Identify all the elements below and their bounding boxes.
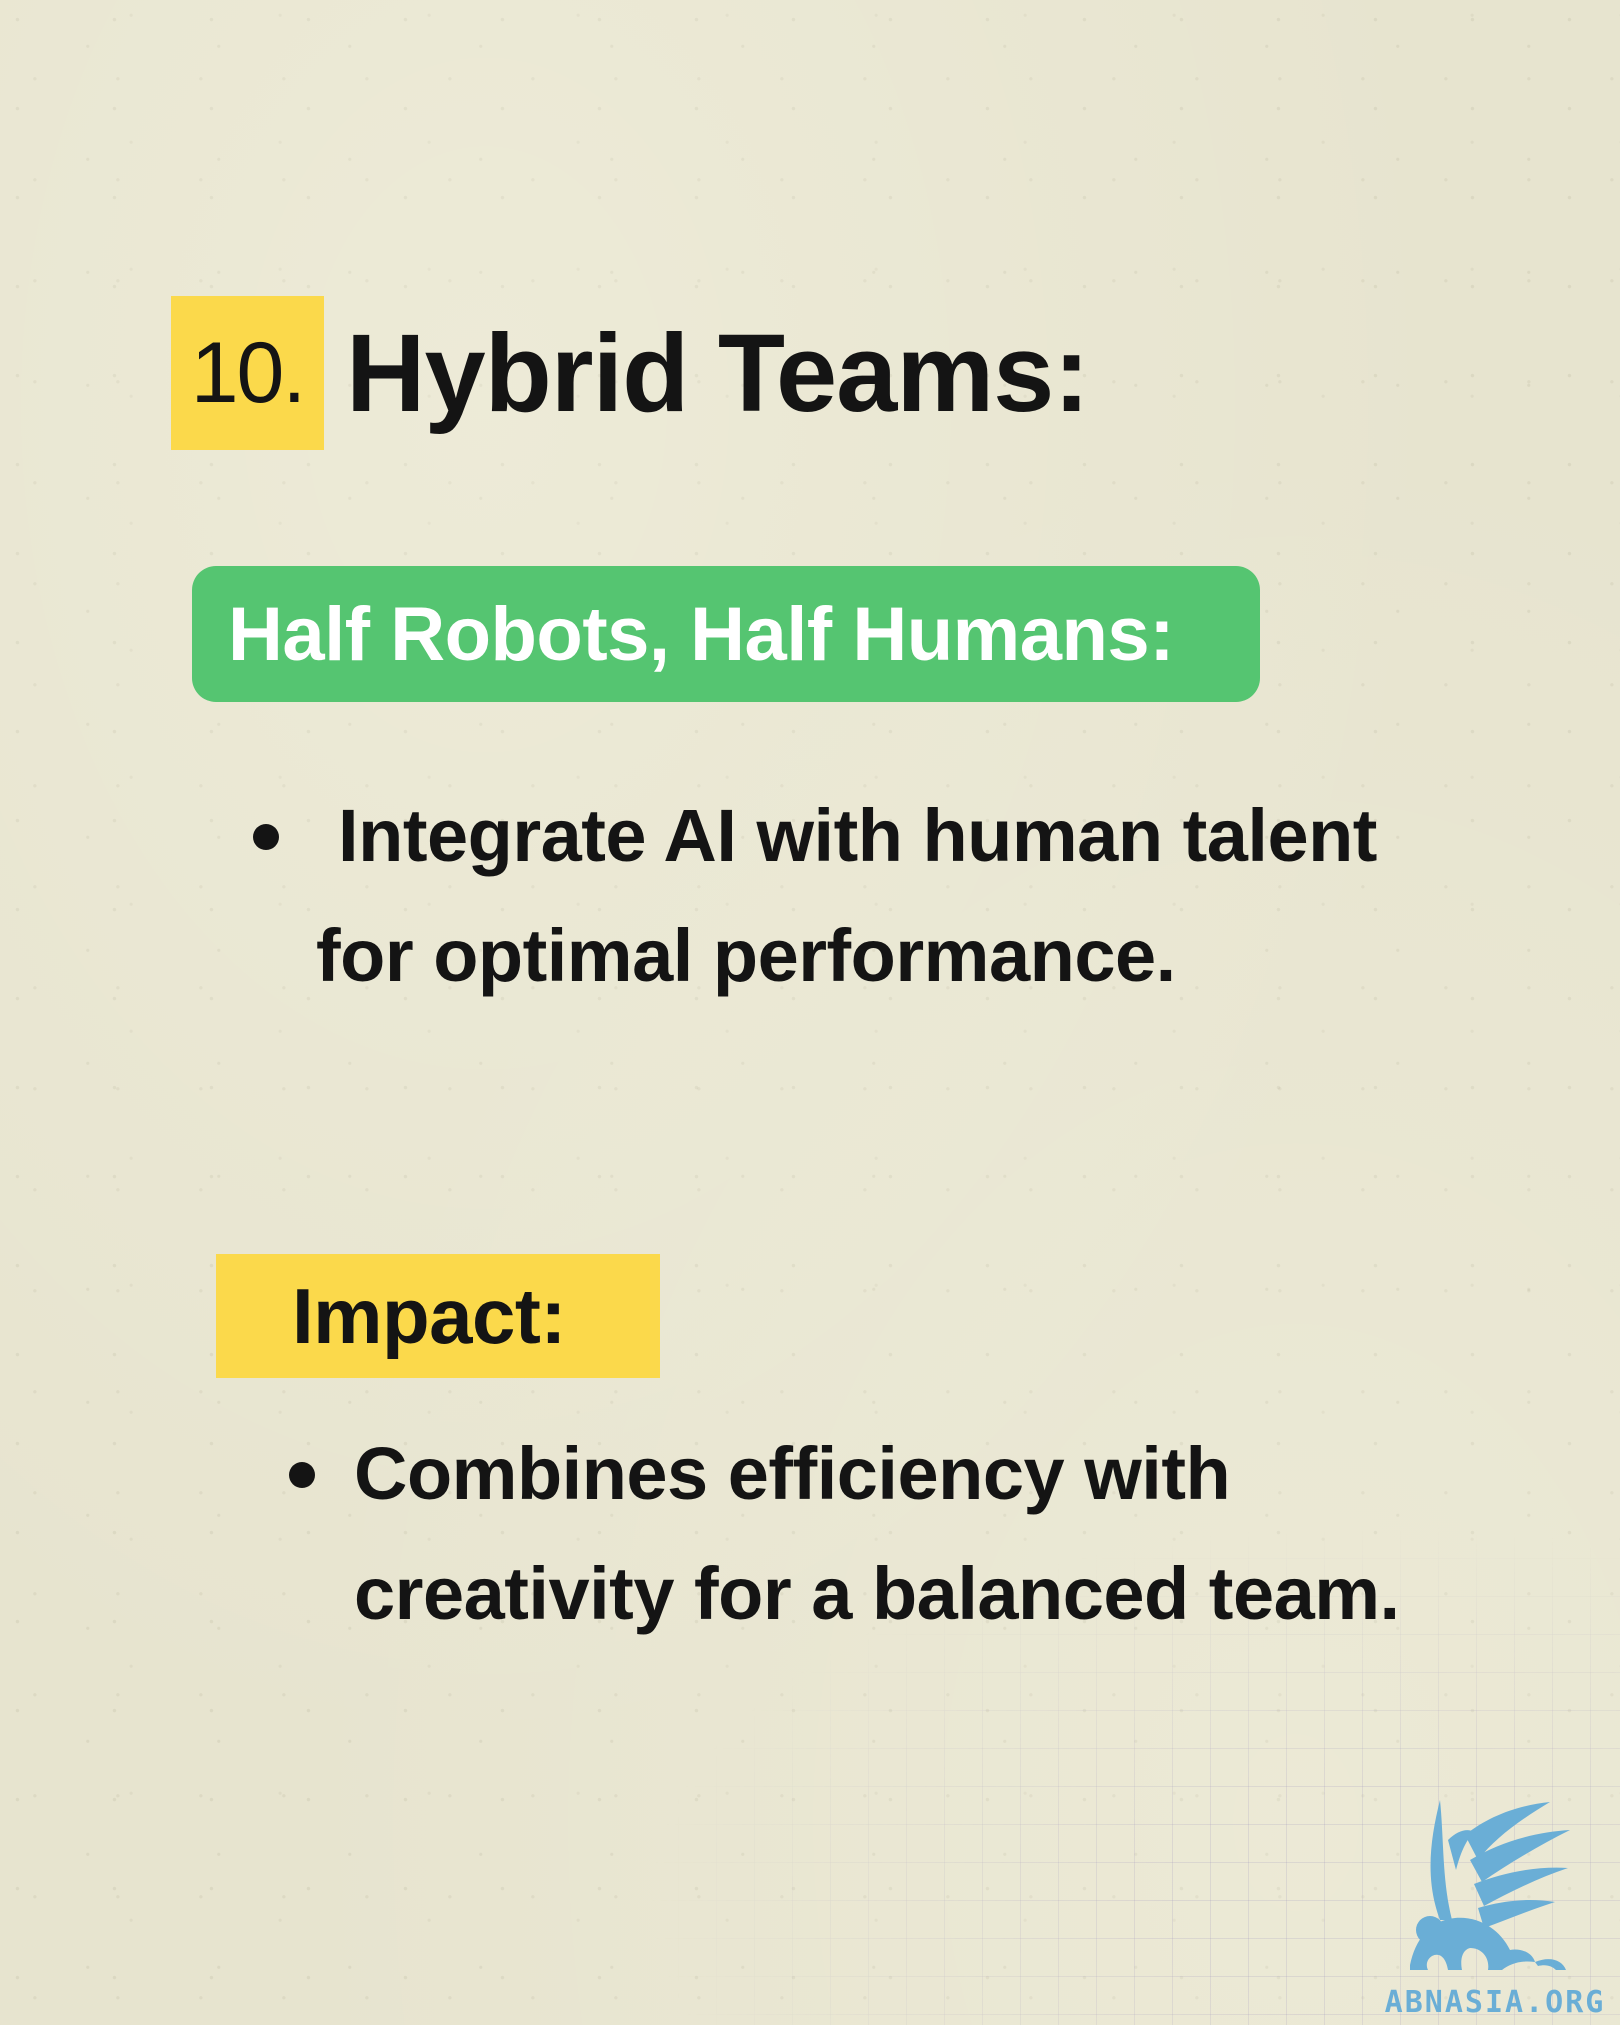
bullet-two: Combines efficiency with creativity for …	[354, 1414, 1400, 1654]
abnasia-logo: ABNASIA.ORG	[1370, 1780, 1620, 2025]
bullet-dot	[289, 1462, 315, 1488]
bullet-one-line1: Integrate AI with human talent	[318, 794, 1377, 877]
heading-title: Hybrid Teams:	[346, 311, 1090, 435]
page-heading: 10. Hybrid Teams:	[171, 296, 1090, 450]
heading-number-badge: 10.	[171, 296, 324, 450]
winged-lion-icon	[1410, 1800, 1570, 1970]
bullet-one: Integrate AI with human talent for optim…	[316, 776, 1377, 1016]
subtitle-pill: Half Robots, Half Humans:	[192, 566, 1260, 702]
bullet-two-line2: creativity for a balanced team.	[354, 1552, 1400, 1635]
impact-label: Impact:	[216, 1254, 660, 1378]
bullet-two-line1: Combines efficiency with	[354, 1432, 1231, 1515]
bullet-one-line2: for optimal performance.	[316, 914, 1176, 997]
bullet-dot	[253, 824, 279, 850]
logo-text: ABNASIA.ORG	[1384, 1985, 1606, 2020]
